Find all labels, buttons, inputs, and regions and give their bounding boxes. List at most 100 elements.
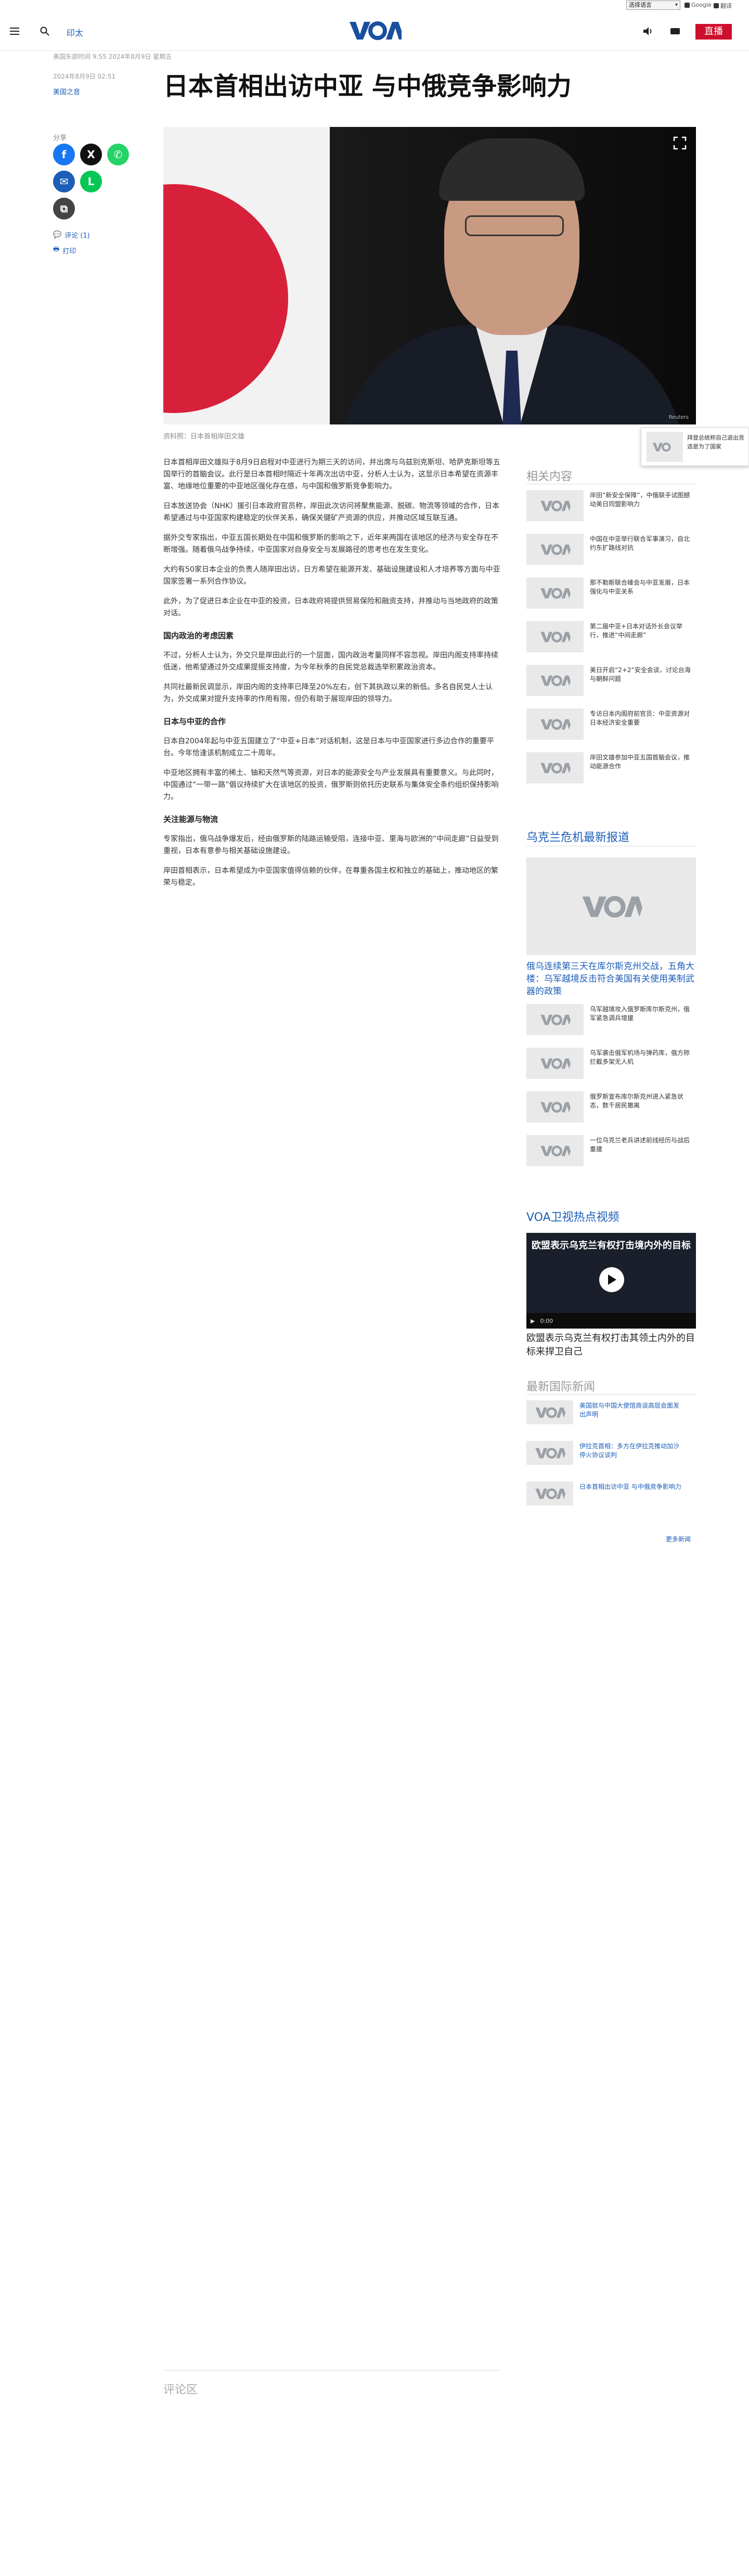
ukraine-item[interactable]: 俄罗斯宣布库尔斯克州进入紧急状态，数千居民撤离 bbox=[526, 1091, 696, 1125]
paragraph: 专家指出，俄乌战争爆发后，经由俄罗斯的陆路运输受阻，连接中亚、里海与欧洲的“中间… bbox=[163, 835, 499, 855]
copy-link-icon[interactable]: ⧉ bbox=[53, 198, 75, 220]
small-play-icon[interactable]: ▶ bbox=[531, 1318, 535, 1324]
section-heading: 日本与中亚的合作 bbox=[163, 717, 226, 726]
paragraph: 此外，为了促进日本企业在中亚的投资，日本政府将提供贸易保险和融资支持，并推动与当… bbox=[163, 597, 498, 617]
related-item[interactable]: 第二届中亚+日本对话外长会议举行，推进“中间走廊” bbox=[526, 621, 696, 654]
ukraine-item[interactable]: 乌军越境攻入俄罗斯库尔斯克州，俄军紧急调兵增援 bbox=[526, 1004, 696, 1037]
thumbnail bbox=[526, 752, 584, 783]
video-controls: ▶ 0:00 bbox=[526, 1313, 696, 1329]
live-button[interactable]: 直播 bbox=[695, 24, 732, 40]
print-icon: 🖶 bbox=[53, 246, 60, 253]
audio-icon[interactable] bbox=[640, 23, 656, 40]
search-icon[interactable] bbox=[36, 23, 53, 40]
image-caption: 资料照：日本首相岸田文雄 bbox=[163, 433, 245, 441]
news-item[interactable]: 美国就与中国大使馆商谈高层会面发出声明 bbox=[526, 1400, 696, 1426]
ukraine-item[interactable]: 乌军袭击俄军机场与弹药库，俄方称拦截多架无人机 bbox=[526, 1048, 696, 1081]
related-item[interactable]: 美日开启“2+2”安全会谈，讨论台海与朝鲜问题 bbox=[526, 665, 696, 698]
paragraph: 据外交专家指出，中亚五国长期处在中国和俄罗斯的影响之下，近年来两国在该地区的经济… bbox=[163, 534, 498, 554]
video-section-title[interactable]: VOA卫视热点视频 bbox=[526, 1208, 619, 1225]
related-item[interactable]: 专访日本内阁府前官员：中亚资源对日本经济安全重要 bbox=[526, 709, 696, 742]
related-item[interactable]: 中国在中亚举行联合军事演习，自北约东扩路线对抗 bbox=[526, 534, 696, 567]
comments-link[interactable]: 💬 评论 (1) bbox=[53, 230, 90, 240]
video-time: 0:00 bbox=[540, 1317, 553, 1324]
thumbnail bbox=[526, 621, 584, 652]
translate-icon bbox=[714, 3, 719, 8]
comments-divider bbox=[163, 2370, 501, 2371]
promo-text: 拜登总统称自己退出竞选是为了国家 bbox=[687, 434, 744, 450]
section-heading: 关注能源与物流 bbox=[163, 815, 218, 824]
menu-icon[interactable] bbox=[6, 23, 23, 40]
news-item[interactable]: 伊拉克首相：多方在伊拉克推动加沙停火协议谈判 bbox=[526, 1441, 696, 1467]
promo-thumb bbox=[647, 432, 683, 462]
thumbnail bbox=[526, 1135, 584, 1166]
item-title: 美国就与中国大使馆商谈高层会面发出声明 bbox=[579, 1402, 680, 1418]
item-title: 一位乌克兰老兵讲述前线经历与战后重建 bbox=[590, 1137, 690, 1153]
ukraine-title[interactable]: 乌克兰危机最新报道 bbox=[526, 828, 629, 845]
section-link[interactable]: 印太 bbox=[67, 26, 83, 38]
related-item[interactable]: 那不勒斯联合峰会与中亚发展，日本强化与中亚关系 bbox=[526, 577, 696, 611]
thumbnail bbox=[526, 1441, 573, 1465]
hero-image: Reuters bbox=[163, 127, 696, 424]
ukraine-item[interactable]: 一位乌克兰老兵讲述前线经历与战后重建 bbox=[526, 1135, 696, 1168]
item-title: 那不勒斯联合峰会与中亚发展，日本强化与中亚关系 bbox=[590, 579, 690, 595]
site-header: 印太 直播 bbox=[0, 11, 749, 51]
thumbnail bbox=[526, 1004, 584, 1035]
item-title: 日本首相出访中亚 与中俄竞争影响力 bbox=[579, 1483, 681, 1490]
floating-promo[interactable]: 拜登总统称自己退出竞选是为了国家 bbox=[641, 428, 749, 466]
thumbnail bbox=[526, 1482, 573, 1505]
more-news-link[interactable]: 更多新闻 bbox=[666, 1535, 691, 1543]
comment-icon: 💬 bbox=[53, 231, 62, 239]
paragraph: 日本首相岸田文雄拟于8月9日启程对中亚进行为期三天的访问，并出席与乌兹别克斯坦、… bbox=[163, 458, 500, 491]
translate-link[interactable]: 翻译 bbox=[714, 2, 732, 10]
share-row: f X ✆ bbox=[53, 144, 129, 165]
whatsapp-icon[interactable]: ✆ bbox=[107, 144, 129, 165]
tv-icon[interactable] bbox=[667, 23, 683, 40]
play-icon[interactable] bbox=[599, 1267, 624, 1292]
thumbnail bbox=[526, 534, 584, 565]
paragraph: 不过，分析人士认为，外交只是岸田此行的一个层面，国内政治考量同样不容忽视。岸田内… bbox=[163, 651, 498, 672]
google-icon bbox=[685, 2, 690, 8]
paragraph: 中亚地区拥有丰富的稀土、铀和天然气等资源，对日本的能源安全与产业发展具有重要意义… bbox=[163, 769, 499, 801]
related-item[interactable]: 岸田文雄参加中亚五国首脑会议，推动能源合作 bbox=[526, 752, 696, 785]
ukraine-lead-title[interactable]: 俄乌连续第三天在库尔斯克州交战，五角大楼：乌军越境反击符合美国有关使用美制武器的… bbox=[526, 960, 696, 998]
article-title: 日本首相出访中亚 与中俄竞争影响力 bbox=[163, 72, 572, 101]
expand-icon[interactable] bbox=[673, 136, 687, 150]
paragraph: 大约有50家日本企业的负责人随岸田出访，日方希望在能源开发、基础设施建设和人才培… bbox=[163, 565, 500, 586]
item-title: 乌军越境攻入俄罗斯库尔斯克州，俄军紧急调兵增援 bbox=[590, 1006, 690, 1022]
email-icon[interactable]: ✉ bbox=[53, 171, 75, 192]
publish-date: 2024年8月9日 02:51 bbox=[53, 73, 116, 80]
ukraine-lead-thumb[interactable] bbox=[526, 857, 696, 955]
related-title: 相关内容 bbox=[526, 470, 573, 483]
paragraph: 共同社最新民调显示，岸田内阁的支持率已降至20%左右，创下其执政以来的新低。多名… bbox=[163, 683, 493, 703]
thumbnail bbox=[526, 1400, 573, 1424]
language-select[interactable]: 选择语言 bbox=[626, 1, 680, 10]
google-link[interactable]: Google bbox=[685, 2, 712, 8]
utility-bar: 选择语言 Google 翻译 bbox=[0, 0, 749, 11]
author-link[interactable]: 美国之音 bbox=[53, 86, 80, 96]
share-row-2: ✉ L bbox=[53, 171, 102, 192]
facebook-icon[interactable]: f bbox=[53, 144, 75, 165]
item-title: 乌军袭击俄军机场与弹药库，俄方称拦截多架无人机 bbox=[590, 1049, 690, 1065]
item-title: 专访日本内阁府前官员：中亚资源对日本经济安全重要 bbox=[590, 710, 690, 726]
news-title: 最新国际新闻 bbox=[526, 1381, 596, 1394]
news-item[interactable]: 日本首相出访中亚 与中俄竞争影响力 bbox=[526, 1482, 696, 1508]
thumbnail bbox=[526, 577, 584, 609]
print-link[interactable]: 🖶 打印 bbox=[53, 244, 76, 256]
thumbnail bbox=[526, 709, 584, 740]
voa-logo[interactable] bbox=[347, 19, 402, 42]
news-divider bbox=[526, 1394, 696, 1395]
video-player[interactable]: 欧盟表示乌克兰有权打击境内外的目标 ▶ 0:00 bbox=[526, 1233, 696, 1329]
video-title[interactable]: 欧盟表示乌克兰有权打击其领土内外的目标来捍卫自己 bbox=[526, 1332, 696, 1359]
paragraph: 日本自2004年起与中亚五国建立了“中亚+日本”对话机制，这是日本与中亚国家进行… bbox=[163, 737, 494, 757]
comments-title: 评论区 bbox=[163, 2384, 198, 2397]
paragraph: 日本放送协会（NHK）援引日本政府官员称，岸田此次访问将聚焦能源、脱碳、物流等领… bbox=[163, 502, 500, 522]
line-icon[interactable]: L bbox=[80, 171, 102, 192]
item-title: 第二届中亚+日本对话外长会议举行，推进“中间走廊” bbox=[590, 623, 683, 639]
video-headline: 欧盟表示乌克兰有权打击境内外的目标 bbox=[532, 1240, 691, 1251]
item-title: 伊拉克首相：多方在伊拉克推动加沙停火协议谈判 bbox=[579, 1442, 680, 1459]
breadcrumb: 美国东部时间 9:55 2024年8月9日 星期五 bbox=[53, 53, 172, 60]
related-item[interactable]: 岸田“新安全保障”，中俄联手试图撼动美日同盟影响力 bbox=[526, 490, 696, 523]
section-heading: 国内政治的考虑因素 bbox=[163, 631, 234, 640]
paragraph: 岸田首相表示，日本希望成为中亚国家值得信赖的伙伴，在尊重各国主权和独立的基础上，… bbox=[163, 867, 498, 887]
x-twitter-icon[interactable]: X bbox=[80, 144, 102, 165]
